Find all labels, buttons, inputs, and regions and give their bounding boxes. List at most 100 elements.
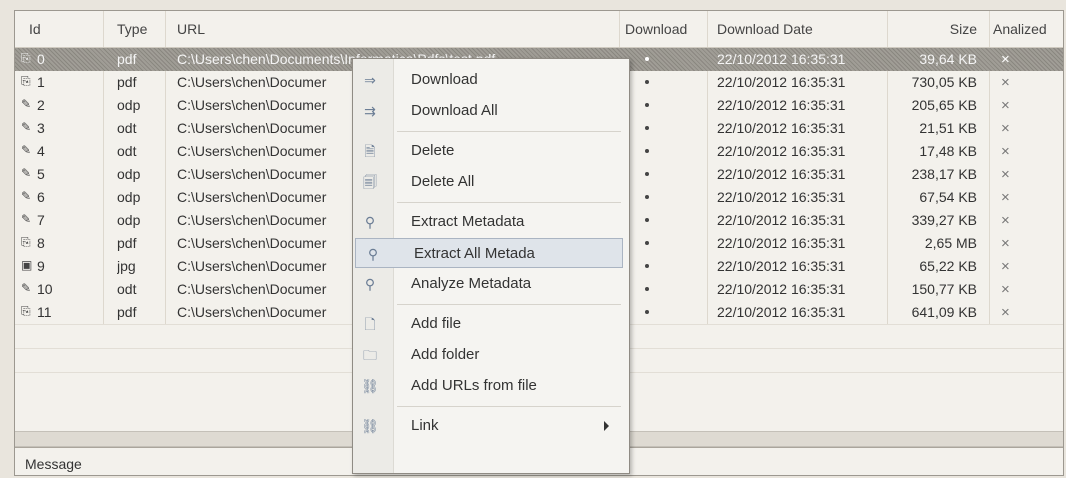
download-status-icon (645, 103, 649, 107)
menu-item-analyze-metadata[interactable]: ⚲ Analyze Metadata (353, 269, 623, 299)
menu-item-label: Link (411, 417, 439, 434)
analized-x-icon: × (1001, 51, 1010, 68)
col-header-download-date[interactable]: Download Date (717, 11, 847, 47)
download-icon: ⇒ (364, 72, 376, 88)
cell-size: 205,65 KB (911, 97, 977, 113)
analized-x-icon: × (1001, 97, 1010, 114)
col-header-analized[interactable]: Analized (993, 11, 1063, 47)
row-id: 3 (37, 120, 45, 136)
menu-item-label: Delete All (411, 173, 475, 190)
menu-item-download-all[interactable]: ⇉ Download All (353, 96, 623, 126)
message-label: Message (25, 456, 82, 472)
binoculars-all-icon: ⚲ (367, 246, 379, 262)
menu-item-label: Download (411, 71, 478, 88)
menu-item-label: Add URLs from file (411, 377, 537, 394)
grid-header: Id Type URL Download Download Date Size … (15, 11, 1063, 48)
cell-size: 2,65 MB (924, 235, 977, 251)
col-header-url[interactable]: URL (177, 11, 477, 47)
download-status-icon (645, 149, 649, 153)
menu-item-download[interactable]: ⇒ Download (353, 65, 623, 95)
cell-type: odp (117, 189, 141, 205)
cell-type: odp (117, 212, 141, 228)
pdf-file-icon: ⎘ (21, 304, 31, 318)
menu-item-extract-metadata[interactable]: ⚲ Extract Metadata (353, 207, 623, 237)
odp-file-icon: ✎ (21, 189, 32, 203)
menu-item-label: Extract Metadata (411, 213, 525, 230)
download-status-icon (645, 57, 649, 61)
cell-id: ✎ 6 (15, 186, 101, 209)
row-id: 0 (37, 51, 45, 67)
cell-id: ✎ 2 (15, 94, 101, 117)
row-id: 6 (37, 189, 45, 205)
download-status-icon (645, 80, 649, 84)
cell-type: pdf (117, 304, 137, 320)
cell-size: 65,22 KB (919, 258, 977, 274)
cell-download-date: 22/10/2012 16:35:31 (717, 258, 846, 274)
row-id: 8 (37, 235, 45, 251)
menu-separator (397, 304, 621, 305)
menu-item-label: Download All (411, 102, 498, 119)
odt-file-icon: ✎ (21, 143, 32, 157)
cell-id: ⎘ 11 (15, 301, 101, 324)
cell-download-date: 22/10/2012 16:35:31 (717, 281, 846, 297)
submenu-arrow-icon (604, 421, 609, 431)
delete-all-icon: 🗐 (363, 174, 377, 190)
analized-x-icon: × (1001, 258, 1010, 275)
cell-type: jpg (117, 258, 136, 274)
menu-item-label: Analyze Metadata (411, 275, 532, 292)
download-status-icon (645, 287, 649, 291)
menu-item-extract-all-metada[interactable]: ⚲ Extract All Metada (355, 238, 623, 268)
cell-id: ⎘ 8 (15, 232, 101, 255)
col-header-size[interactable]: Size (895, 11, 977, 47)
cell-id: ✎ 5 (15, 163, 101, 186)
menu-item-label: Add file (411, 315, 462, 332)
menu-item-link[interactable]: ⛓ Link (353, 411, 623, 441)
row-id: 9 (37, 258, 45, 274)
binoculars-icon: ⚲ (364, 214, 376, 230)
pdf-file-icon: ⎘ (21, 235, 31, 249)
context-menu: ⇒ Download ⇉ Download All 🗎 Delete 🗐 Delete All… (352, 58, 630, 474)
cell-size: 17,48 KB (919, 143, 977, 159)
cell-download-date: 22/10/2012 16:35:31 (717, 97, 846, 113)
menu-item-add-file[interactable]: 🗋 Add file (353, 309, 623, 339)
row-id: 7 (37, 212, 45, 228)
add-file-icon: 🗋 (364, 316, 376, 332)
analized-x-icon: × (1001, 189, 1010, 206)
analized-x-icon: × (1001, 166, 1010, 183)
cell-id: ▣ 9 (15, 255, 101, 278)
menu-item-delete[interactable]: 🗎 Delete (353, 136, 623, 166)
row-id: 2 (37, 97, 45, 113)
cell-size: 67,54 KB (919, 189, 977, 205)
analized-x-icon: × (1001, 120, 1010, 137)
menu-item-label: Delete (411, 142, 455, 159)
menu-item-label: Extract All Metada (414, 245, 535, 262)
cell-type: odt (117, 120, 137, 136)
cell-type: pdf (117, 51, 137, 67)
cell-size: 238,17 KB (911, 166, 977, 182)
cell-size: 339,27 KB (911, 212, 977, 228)
col-header-download[interactable]: Download (625, 11, 705, 47)
menu-item-add-folder[interactable]: 🗀 Add folder (353, 340, 623, 370)
cell-download-date: 22/10/2012 16:35:31 (717, 74, 846, 90)
row-id: 10 (37, 281, 53, 297)
cell-download-date: 22/10/2012 16:35:31 (717, 189, 846, 205)
odp-file-icon: ✎ (21, 97, 32, 111)
odp-file-icon: ✎ (21, 212, 32, 226)
col-header-id[interactable]: Id (29, 11, 89, 47)
add-urls-icon: ⛓ (361, 378, 379, 394)
menu-item-delete-all[interactable]: 🗐 Delete All (353, 167, 623, 197)
menu-item-add-urls-from-file[interactable]: ⛓ Add URLs from file (353, 371, 623, 401)
row-id: 5 (37, 166, 45, 182)
odp-file-icon: ✎ (21, 166, 32, 180)
download-status-icon (645, 310, 649, 314)
cell-size: 730,05 KB (911, 74, 977, 90)
download-status-icon (645, 172, 649, 176)
cell-type: odt (117, 281, 137, 297)
download-status-icon (645, 241, 649, 245)
pdf-file-icon: ⎘ (21, 74, 31, 88)
jpg-file-icon: ▣ (21, 258, 33, 272)
download-all-icon: ⇉ (364, 103, 376, 119)
analized-x-icon: × (1001, 235, 1010, 252)
cell-download-date: 22/10/2012 16:35:31 (717, 166, 846, 182)
col-header-type[interactable]: Type (117, 11, 167, 47)
